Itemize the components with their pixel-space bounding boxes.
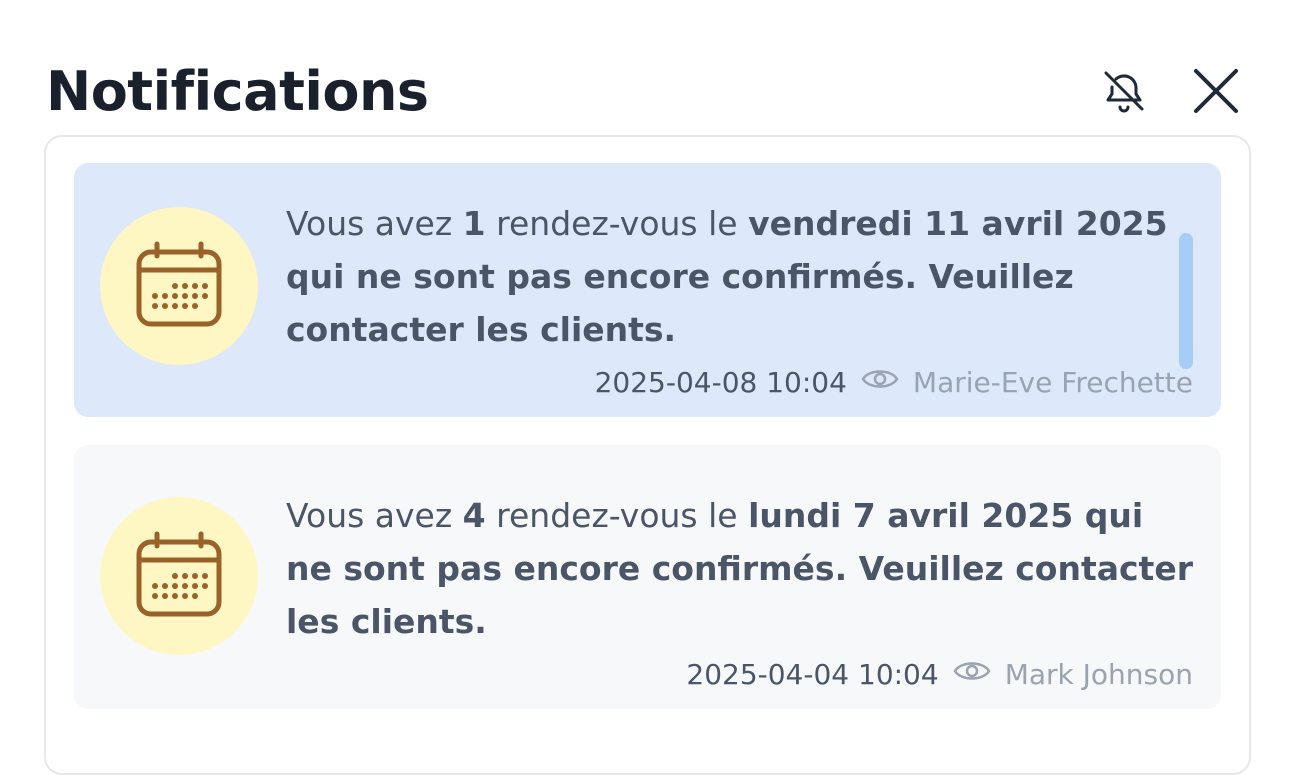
- notification-author: Mark Johnson: [1004, 658, 1193, 691]
- notification-meta: 2025-04-08 10:04 Marie-Eve Frechette: [595, 366, 1193, 399]
- appointment-count: 1: [462, 204, 486, 243]
- page-title: Notifications: [46, 59, 429, 123]
- notification-item[interactable]: Vous avez 1 rendez-vous le vendredi 11 a…: [74, 163, 1221, 417]
- notification-date: 2025-04-08 10:04: [594, 366, 847, 399]
- calendar-icon: [100, 497, 258, 655]
- message-text: Vous avez: [286, 204, 463, 243]
- notification-content: Vous avez 1 rendez-vous le vendredi 11 a…: [286, 197, 1197, 356]
- notification-content: Vous avez 4 rendez-vous le lundi 7 avril…: [286, 489, 1197, 648]
- header-actions: [1100, 67, 1240, 115]
- message-text: rendez-vous le: [485, 496, 749, 535]
- scrollbar-thumb[interactable]: [1179, 233, 1193, 369]
- calendar-icon: [100, 207, 258, 365]
- close-icon[interactable]: [1192, 67, 1240, 115]
- notifications-header: Notifications: [46, 56, 1240, 126]
- notification-item[interactable]: Vous avez 4 rendez-vous le lundi 7 avril…: [74, 445, 1221, 709]
- appointment-count: 4: [462, 496, 486, 535]
- notification-list: Vous avez 1 rendez-vous le vendredi 11 a…: [74, 163, 1221, 737]
- bell-off-icon[interactable]: [1100, 67, 1148, 115]
- notification-meta: 2025-04-04 10:04 Mark Johnson: [686, 658, 1193, 691]
- eye-icon: [953, 658, 991, 691]
- message-text: rendez-vous le: [485, 204, 749, 243]
- eye-icon: [861, 366, 899, 399]
- notifications-panel: Vous avez 1 rendez-vous le vendredi 11 a…: [44, 135, 1251, 775]
- notification-date: 2025-04-04 10:04: [686, 658, 939, 691]
- notification-message: Vous avez 4 rendez-vous le lundi 7 avril…: [286, 489, 1197, 648]
- notification-message: Vous avez 1 rendez-vous le vendredi 11 a…: [286, 197, 1197, 356]
- message-text: Vous avez: [286, 496, 463, 535]
- notification-author: Marie-Eve Frechette: [912, 366, 1193, 399]
